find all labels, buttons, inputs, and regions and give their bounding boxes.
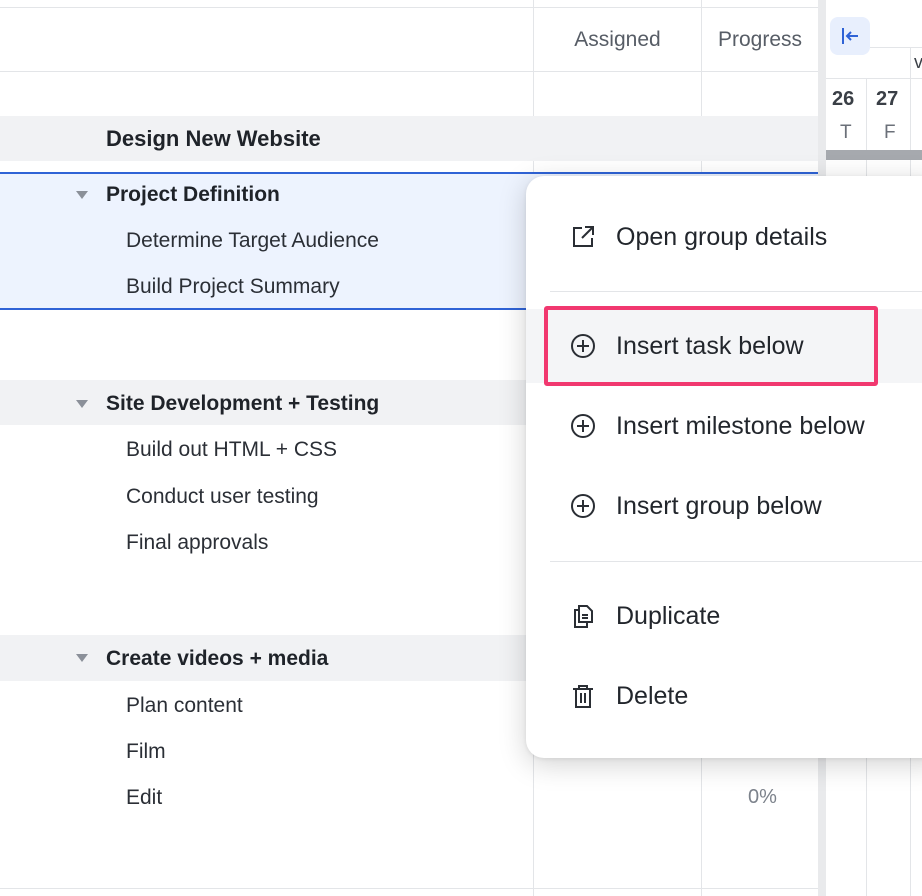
- column-header-progress[interactable]: Progress: [702, 8, 818, 71]
- task-name[interactable]: Plan content: [126, 693, 243, 719]
- menu-item-duplicate[interactable]: Duplicate: [526, 586, 922, 646]
- group-name: Site Development + Testing: [106, 392, 380, 415]
- collapse-triangle-icon[interactable]: [76, 191, 88, 199]
- menu-item-label: Duplicate: [616, 601, 721, 630]
- task-name[interactable]: Edit: [126, 785, 162, 811]
- timeline-day-number: 27: [876, 88, 899, 110]
- menu-item-insert-milestone-below[interactable]: Insert milestone below: [526, 396, 922, 456]
- task-name[interactable]: Build out HTML + CSS: [126, 437, 337, 463]
- task-name[interactable]: Conduct user testing: [126, 484, 319, 510]
- timeline-day-letter: T: [840, 122, 852, 143]
- menu-divider: [550, 561, 922, 562]
- task-name[interactable]: Build Project Summary: [126, 274, 340, 300]
- timeline-header-line: [826, 78, 922, 79]
- task-name[interactable]: Final approvals: [126, 530, 268, 556]
- header-bottom-border: [0, 71, 818, 72]
- timeline-month-label: v: [914, 52, 922, 72]
- menu-item-label: Delete: [616, 681, 689, 710]
- bottom-border: [0, 888, 818, 889]
- timeline-day-letter: F: [884, 122, 896, 143]
- highlight-annotation: [544, 306, 878, 386]
- menu-item-insert-group-below[interactable]: Insert group below: [526, 476, 922, 536]
- plus-circle-icon: [568, 491, 598, 521]
- menu-item-open-group-details[interactable]: Open group details: [526, 207, 922, 267]
- menu-item-label: Insert group below: [616, 491, 822, 520]
- collapse-triangle-icon[interactable]: [76, 400, 88, 408]
- collapse-left-icon[interactable]: [830, 17, 870, 55]
- progress-value: 0%: [748, 786, 777, 808]
- trash-icon: [568, 681, 598, 711]
- external-link-icon: [568, 222, 598, 252]
- timeline-day-number: 26: [832, 88, 855, 110]
- plus-circle-icon: [568, 411, 598, 441]
- task-name[interactable]: Film: [126, 739, 166, 765]
- column-header-assigned[interactable]: Assigned: [534, 8, 701, 71]
- task-name[interactable]: Determine Target Audience: [126, 228, 379, 254]
- group-name: Project Definition: [106, 183, 280, 206]
- menu-divider: [550, 291, 922, 292]
- project-name: Design New Website: [106, 126, 321, 151]
- timeline-top-line: [870, 47, 922, 48]
- duplicate-icon: [568, 601, 598, 631]
- menu-item-label: Insert milestone below: [616, 411, 865, 440]
- group-name: Create videos + media: [106, 647, 329, 670]
- context-menu: Open group details Insert task below Ins…: [526, 176, 922, 758]
- project-timeline-bar[interactable]: [826, 150, 922, 160]
- menu-item-label: Open group details: [616, 222, 828, 251]
- menu-item-delete[interactable]: Delete: [526, 666, 922, 726]
- collapse-triangle-icon[interactable]: [76, 654, 88, 662]
